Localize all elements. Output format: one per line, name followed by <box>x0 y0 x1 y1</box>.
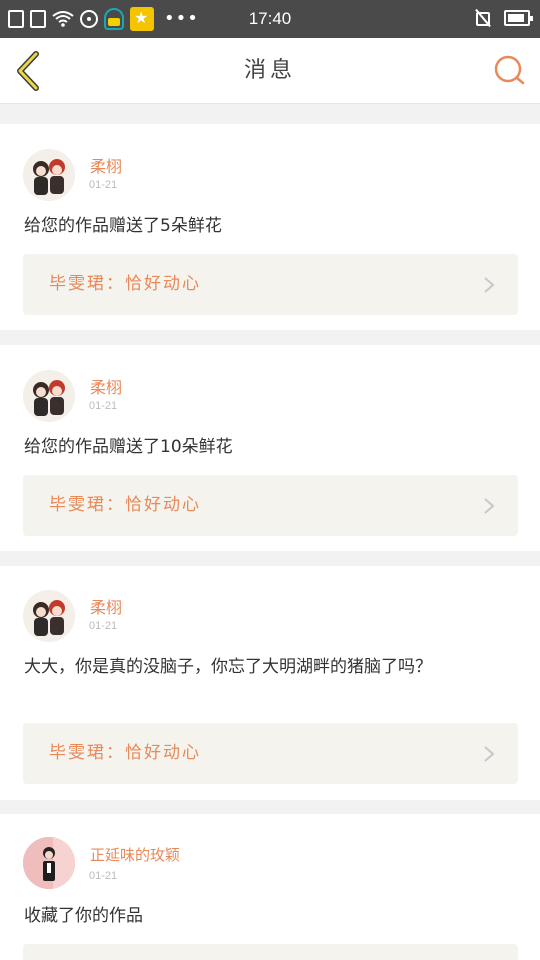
message-text: 大大，你是真的没脑子，你忘了大明湖畔的猪脑了吗？ <box>24 657 432 677</box>
work-link[interactable]: 毕雯珺：恰好动心 <box>23 723 518 784</box>
username[interactable]: 柔栩 <box>90 153 122 177</box>
work-title: 毕雯珺：恰好动心 <box>49 274 201 294</box>
work-link[interactable]: 毕雯珺：恰好动心 <box>23 254 518 315</box>
message-text: 收藏了你的作品 <box>24 906 143 926</box>
notification-card: 正延味的玫颖 01-21 收藏了你的作品 <box>0 814 540 960</box>
username[interactable]: 柔栩 <box>90 594 122 618</box>
status-bar: ••• 17:40 <box>0 0 540 38</box>
avatar[interactable] <box>23 837 75 889</box>
timestamp: 01-21 <box>89 400 118 412</box>
notification-list[interactable]: 柔栩 01-21 给您的作品赠送了5朵鲜花 毕雯珺：恰好动心 柔栩 01-21 … <box>0 104 540 960</box>
work-title: 毕雯珺：恰好动心 <box>49 495 201 515</box>
message-text: 给您的作品赠送了10朵鲜花 <box>24 437 233 457</box>
page-title: 消息 <box>243 58 296 83</box>
timestamp: 01-21 <box>89 179 118 191</box>
search-icon[interactable] <box>492 52 528 88</box>
timestamp: 01-21 <box>89 870 118 882</box>
mute-icon <box>474 8 492 28</box>
timestamp: 01-21 <box>89 620 118 632</box>
avatar[interactable] <box>23 590 75 642</box>
work-link[interactable]: 毕雯珺：恰好动心 <box>23 475 518 536</box>
username[interactable]: 正延味的玫颖 <box>90 844 180 865</box>
notification-card: 柔栩 01-21 给您的作品赠送了5朵鲜花 毕雯珺：恰好动心 <box>0 124 540 330</box>
chevron-right-icon <box>484 498 495 514</box>
status-time: 17:40 <box>248 9 292 28</box>
username[interactable]: 柔栩 <box>90 374 122 398</box>
chevron-right-icon <box>484 746 495 762</box>
avatar[interactable] <box>23 370 75 422</box>
battery-icon <box>504 10 533 26</box>
app-header: 消息 <box>0 38 540 104</box>
notification-card: 柔栩 01-21 给您的作品赠送了10朵鲜花 毕雯珺：恰好动心 <box>0 345 540 551</box>
status-icons-right <box>474 8 533 28</box>
notification-card: 柔栩 01-21 大大，你是真的没脑子，你忘了大明湖畔的猪脑了吗？ 毕雯珺：恰好… <box>0 566 540 800</box>
work-title: 毕雯珺：恰好动心 <box>49 743 201 763</box>
message-text: 给您的作品赠送了5朵鲜花 <box>24 216 222 236</box>
chevron-right-icon <box>484 277 495 293</box>
avatar[interactable] <box>23 149 75 201</box>
work-link[interactable] <box>23 944 518 960</box>
